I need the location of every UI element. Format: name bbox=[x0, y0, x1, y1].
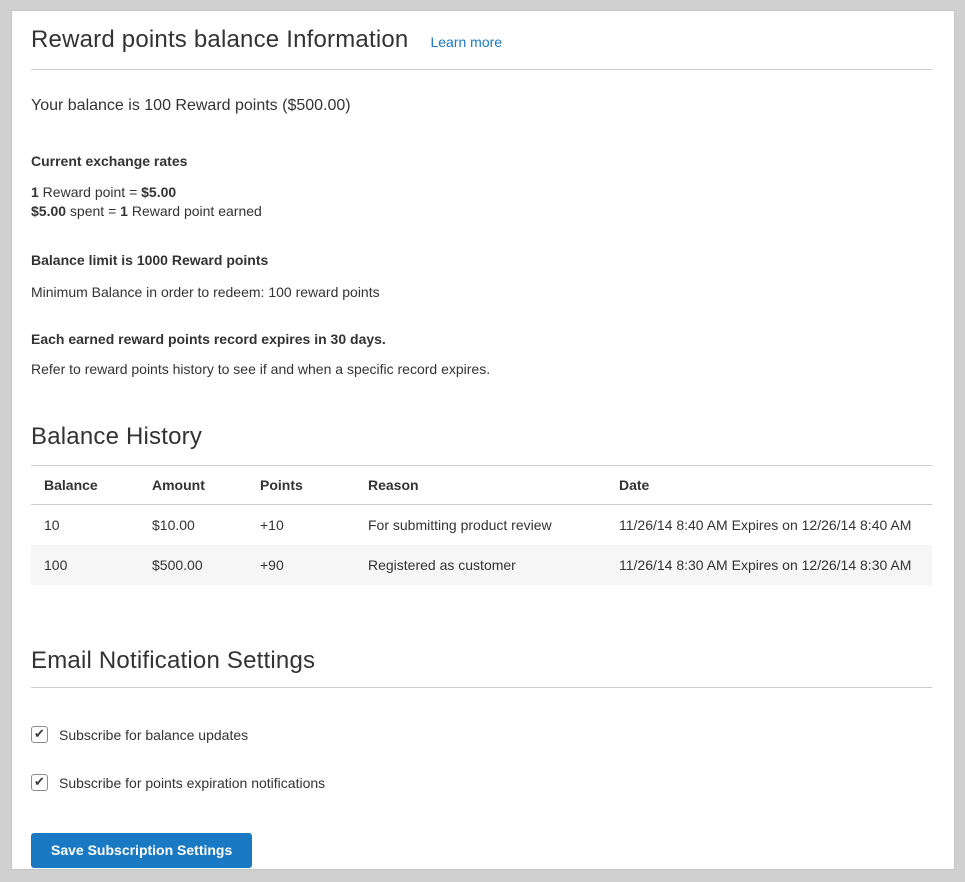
balance-summary: Your balance is 100 Reward points ($500.… bbox=[31, 97, 932, 115]
subscribe-balance-updates-row: Subscribe for balance updates bbox=[31, 726, 932, 743]
column-header-reason: Reason bbox=[355, 466, 606, 505]
cell-amount: $10.00 bbox=[139, 505, 247, 546]
reward-points-card: Reward points balance Information Learn … bbox=[11, 10, 955, 870]
cell-amount: $500.00 bbox=[139, 545, 247, 585]
exchange-rates-lines: 1 Reward point = $5.00 $5.00 spent = 1 R… bbox=[31, 183, 932, 221]
cell-date: 11/26/14 8:40 AM Expires on 12/26/14 8:4… bbox=[606, 505, 932, 546]
subscribe-balance-updates-label[interactable]: Subscribe for balance updates bbox=[59, 727, 248, 743]
expiration-rule-text: Each earned reward points record expires… bbox=[31, 331, 932, 347]
cell-points: +10 bbox=[247, 505, 355, 546]
balance-history-table: Balance Amount Points Reason Date 10 $10… bbox=[31, 465, 932, 585]
table-row: 100 $500.00 +90 Registered as customer 1… bbox=[31, 545, 932, 585]
cell-reason: Registered as customer bbox=[355, 545, 606, 585]
balance-limit-text: Balance limit is 1000 Reward points bbox=[31, 252, 932, 268]
subscribe-balance-updates-checkbox[interactable] bbox=[31, 726, 48, 743]
cell-date: 11/26/14 8:30 AM Expires on 12/26/14 8:3… bbox=[606, 545, 932, 585]
cell-reason: For submitting product review bbox=[355, 505, 606, 546]
page-title: Reward points balance Information bbox=[31, 26, 408, 54]
learn-more-link[interactable]: Learn more bbox=[430, 34, 502, 50]
table-header-row: Balance Amount Points Reason Date bbox=[31, 466, 932, 505]
email-settings-header: Email Notification Settings bbox=[31, 647, 932, 688]
cell-points: +90 bbox=[247, 545, 355, 585]
column-header-points: Points bbox=[247, 466, 355, 505]
subscribe-expiration-label[interactable]: Subscribe for points expiration notifica… bbox=[59, 775, 325, 791]
column-header-date: Date bbox=[606, 466, 932, 505]
subscribe-expiration-checkbox[interactable] bbox=[31, 774, 48, 791]
exchange-rate-line-1: 1 Reward point = $5.00 bbox=[31, 183, 932, 202]
exchange-rate-line-2: $5.00 spent = 1 Reward point earned bbox=[31, 202, 932, 221]
page-background: Reward points balance Information Learn … bbox=[0, 0, 965, 882]
balance-history-title: Balance History bbox=[31, 423, 932, 451]
column-header-amount: Amount bbox=[139, 466, 247, 505]
email-settings-title: Email Notification Settings bbox=[31, 647, 932, 675]
minimum-redeem-text: Minimum Balance in order to redeem: 100 … bbox=[31, 284, 932, 300]
expiration-note-text: Refer to reward points history to see if… bbox=[31, 361, 932, 377]
cell-balance: 10 bbox=[31, 505, 139, 546]
table-row: 10 $10.00 +10 For submitting product rev… bbox=[31, 505, 932, 546]
subscribe-expiration-row: Subscribe for points expiration notifica… bbox=[31, 774, 932, 791]
column-header-balance: Balance bbox=[31, 466, 139, 505]
save-subscription-settings-button[interactable]: Save Subscription Settings bbox=[31, 833, 252, 868]
cell-balance: 100 bbox=[31, 545, 139, 585]
exchange-rates-heading: Current exchange rates bbox=[31, 153, 932, 169]
page-header: Reward points balance Information Learn … bbox=[31, 26, 932, 70]
